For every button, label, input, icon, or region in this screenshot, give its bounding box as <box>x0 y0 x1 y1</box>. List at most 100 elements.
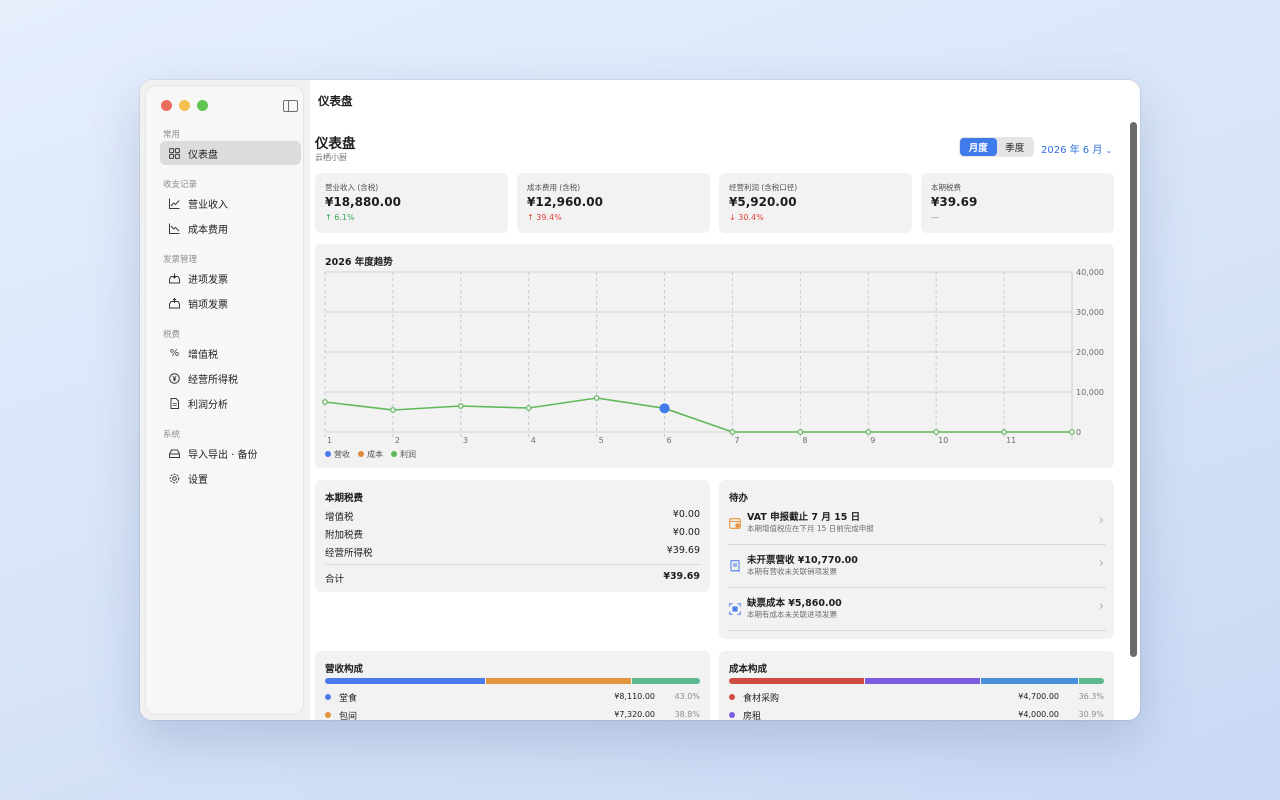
grid-icon <box>169 147 180 159</box>
todo-title: 缺票成本 ¥5,860.00 <box>747 598 842 609</box>
legend-dot <box>729 694 735 700</box>
sidebar-item-vat[interactable]: % 增值税 <box>160 341 301 365</box>
composition-segment <box>486 678 632 684</box>
data-point <box>593 395 600 401</box>
sidebar-section-common: 常用 <box>163 130 181 140</box>
y-tick-label: 30,000 <box>1076 308 1104 317</box>
y-tick-label: 40,000 <box>1076 268 1104 277</box>
x-tick-label: 3 <box>463 436 468 445</box>
todo-subtitle: 本期增值税应在下月 15 日前完成申报 <box>747 524 874 533</box>
tax-card-title: 本期税费 <box>325 493 364 504</box>
todo-title: VAT 申报截止 7 月 15 日 <box>747 512 861 523</box>
revenue-comp-row: 堂食 ¥8,110.00 43.0% <box>325 691 700 704</box>
composition-segment <box>980 678 1078 684</box>
tax-row: 增值税 ¥0.00 <box>325 509 700 523</box>
kpi-change: ↑ 39.4% <box>527 213 562 222</box>
arrow-up-icon: ↑ <box>527 213 534 222</box>
kpi-value: ¥5,920.00 <box>729 195 797 209</box>
kpi-card-cost: 成本费用 (含税) ¥12,960.00 ↑ 39.4% <box>517 173 710 233</box>
kpi-label: 本期税费 <box>931 183 961 192</box>
legend-item-profit: 利润 <box>391 449 416 460</box>
composition-segment <box>632 678 700 684</box>
sidebar-item-output-invoices[interactable]: 销项发票 <box>160 291 301 315</box>
highlight-point <box>659 403 670 414</box>
document-icon <box>169 397 180 409</box>
todo-subtitle: 本期有成本未关联进项发票 <box>747 610 837 619</box>
sidebar-item-label: 仪表盘 <box>188 149 218 161</box>
x-tick-label: 4 <box>531 436 536 445</box>
data-point <box>865 429 872 435</box>
zoom-window-button[interactable] <box>197 100 208 111</box>
sidebar-item-import-export[interactable]: 导入导出 · 备份 <box>160 441 301 465</box>
data-point <box>322 399 328 405</box>
tax-summary-card: 本期税费 增值税 ¥0.00 附加税费 ¥0.00 经营所得税 ¥39.69 合计 ¥3… <box>315 480 710 592</box>
cost-comp-row: 房租 ¥4,000.00 30.9% <box>729 709 1104 720</box>
data-point <box>1069 429 1075 435</box>
divider <box>325 564 700 565</box>
calendar-icon <box>729 514 741 529</box>
sidebar-item-income-tax[interactable]: 经营所得税 <box>160 366 301 390</box>
sidebar-item-label: 增值税 <box>188 349 218 361</box>
kpi-label: 营业收入 (含税) <box>325 183 379 192</box>
data-point <box>729 429 736 435</box>
legend-dot <box>391 451 397 457</box>
tax-total-row: 合计 ¥39.69 <box>325 571 700 585</box>
sidebar-item-settings[interactable]: 设置 <box>160 466 301 490</box>
arrow-down-icon: ↓ <box>729 213 736 222</box>
composition-segment <box>865 678 980 684</box>
y-tick-label: 10,000 <box>1076 388 1104 397</box>
arrow-up-icon: ↑ <box>325 213 332 222</box>
sidebar-item-costs[interactable]: 成本费用 <box>160 216 301 240</box>
tab-monthly[interactable]: 月度 <box>960 138 997 156</box>
todo-item-unbilled-revenue[interactable]: 未开票营收 ¥10,770.00 本期有营收未关联销项发票 › <box>727 545 1106 588</box>
trend-chart: 40,000 30,000 20,000 10,000 0 1 2 3 4 5 6 7 8 9 10 11 <box>322 268 1104 445</box>
sidebar-item-revenue[interactable]: 营业收入 <box>160 191 301 215</box>
chevron-down-icon: ⌄ <box>1105 146 1113 155</box>
revenue-composition-card: 营收构成 堂食 ¥8,110.00 43.0% 包间 ¥7,320.00 38.… <box>315 651 710 720</box>
cost-composition-card: 成本构成 食材采购 ¥4,700.00 36.3% 房租 ¥4,000.00 3… <box>719 651 1114 720</box>
month-picker[interactable]: 2026 年 6 月 ⌄ <box>1041 141 1112 156</box>
kpi-value: ¥18,880.00 <box>325 195 401 209</box>
drive-icon <box>169 448 180 459</box>
composition-segment <box>1078 678 1104 684</box>
legend-dot <box>325 451 331 457</box>
sidebar-item-label: 营业收入 <box>188 199 228 211</box>
cost-composition-bar <box>729 678 1104 684</box>
divider <box>727 630 1106 631</box>
scrollbar[interactable] <box>1130 122 1137 657</box>
todo-item-missing-invoice-cost[interactable]: 缺票成本 ¥5,860.00 本期有成本未关联进项发票 › <box>727 588 1106 631</box>
sidebar-section-records: 收支记录 <box>163 180 198 190</box>
kpi-change: ↓ 30.4% <box>729 213 764 222</box>
kpi-label: 成本费用 (含税) <box>527 183 581 192</box>
kpi-card-profit: 经营利润 (含税口径) ¥5,920.00 ↓ 30.4% <box>719 173 912 233</box>
legend-item-cost: 成本 <box>358 449 383 460</box>
minimize-window-button[interactable] <box>179 100 190 111</box>
scan-icon <box>729 600 741 615</box>
chevron-right-icon: › <box>1098 556 1104 571</box>
topbar-title: 仪表盘 <box>318 94 353 108</box>
sidebar-item-label: 利润分析 <box>188 399 228 411</box>
x-tick-label: 11 <box>1006 436 1016 445</box>
data-point <box>797 429 804 435</box>
todo-item-vat-deadline[interactable]: VAT 申报截止 7 月 15 日 本期增值税应在下月 15 日前完成申报 › <box>727 502 1106 545</box>
yen-circle-icon <box>169 372 180 384</box>
sidebar-item-input-invoices[interactable]: 进项发票 <box>160 266 301 290</box>
close-window-button[interactable] <box>161 100 172 111</box>
sidebar-section-invoices: 发票管理 <box>163 255 198 265</box>
cost-comp-row: 食材采购 ¥4,700.00 36.3% <box>729 691 1104 704</box>
percent-icon: % <box>169 347 180 359</box>
todo-card: 待办 VAT 申报截止 7 月 15 日 本期增值税应在下月 15 日前完成申报… <box>719 480 1114 639</box>
x-tick-label: 2 <box>395 436 400 445</box>
kpi-card-revenue: 营业收入 (含税) ¥18,880.00 ↑ 6.1% <box>315 173 508 233</box>
tray-in-icon <box>169 273 180 284</box>
chart-legend: 营收 成本 利润 <box>325 449 416 460</box>
sidebar-item-profit-analysis[interactable]: 利润分析 <box>160 391 301 415</box>
composition-segment <box>325 678 486 684</box>
sidebar-item-dashboard[interactable]: 仪表盘 <box>160 141 301 165</box>
sidebar-section-tax: 税费 <box>163 330 181 340</box>
tab-quarterly[interactable]: 季度 <box>997 138 1034 156</box>
x-tick-label: 5 <box>599 436 604 445</box>
sidebar-toggle-icon[interactable] <box>283 100 298 112</box>
y-tick-label: 0 <box>1076 428 1081 437</box>
main-content: 仪表盘 仪表盘 云栖小厨 月度 季度 2026 年 6 月 ⌄ 营业收入 (含税… <box>310 80 1140 720</box>
